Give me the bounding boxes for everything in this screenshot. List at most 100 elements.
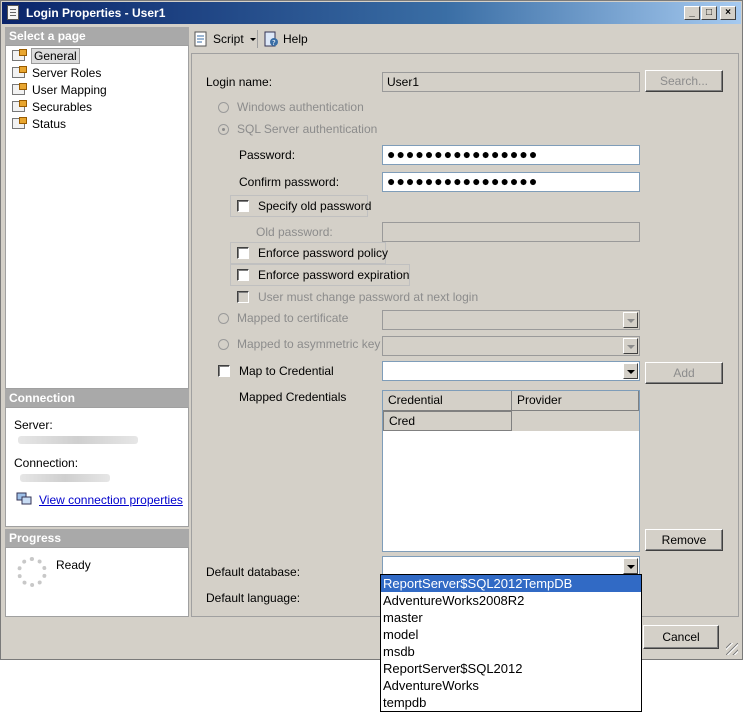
server-label: Server:: [14, 418, 53, 432]
confirm-password-label: Confirm password:: [239, 175, 340, 189]
close-button[interactable]: ×: [720, 6, 736, 20]
login-name-label: Login name:: [206, 75, 273, 89]
password-label: Password:: [239, 148, 296, 162]
database-option[interactable]: ReportServer$SQL2012: [381, 660, 641, 677]
page-icon: [12, 66, 27, 79]
help-icon: ?: [263, 31, 279, 47]
enforce-expiration-label: Enforce password expiration: [258, 268, 410, 282]
view-connection-properties-link[interactable]: View connection properties: [39, 493, 183, 507]
old-password-field: [382, 222, 640, 242]
page-item-securables[interactable]: Securables: [10, 99, 92, 115]
windows-auth-radio[interactable]: [218, 102, 229, 113]
page-list: General Server Roles User Mapping Secura…: [5, 45, 189, 389]
page-item-server-roles[interactable]: Server Roles: [10, 65, 101, 81]
toolbar: Script ? Help: [189, 27, 741, 51]
enforce-policy-label: Enforce password policy: [258, 246, 389, 260]
grid-cell-provider[interactable]: [512, 411, 639, 431]
title-bar[interactable]: Login Properties - User1 _ □ ×: [2, 2, 741, 24]
page-item-user-mapping[interactable]: User Mapping: [10, 82, 107, 98]
chevron-down-icon[interactable]: [623, 312, 638, 328]
connection-value-redacted: [20, 474, 110, 482]
progress-status: Ready: [56, 558, 91, 572]
remove-button[interactable]: Remove: [645, 529, 723, 551]
mapped-certificate-radio[interactable]: [218, 313, 229, 324]
page-item-label: Status: [32, 117, 67, 131]
server-value-redacted: [18, 436, 138, 444]
connection-panel: Server: Connection: View connection prop…: [5, 407, 189, 527]
login-properties-window: Login Properties - User1 _ □ × Select a …: [0, 0, 743, 660]
database-option[interactable]: tempdb: [381, 694, 641, 711]
map-credential-checkbox[interactable]: [218, 365, 230, 377]
specify-old-password-checkbox[interactable]: [237, 200, 249, 212]
chevron-down-icon[interactable]: [623, 558, 638, 574]
must-change-label: User must change password at next login: [258, 290, 479, 304]
script-icon: [193, 31, 209, 47]
enforce-policy-checkbox[interactable]: [237, 247, 249, 259]
password-field[interactable]: ●●●●●●●●●●●●●●●●: [382, 145, 640, 165]
map-credential-label: Map to Credential: [239, 364, 334, 378]
page-item-label: Server Roles: [32, 66, 102, 80]
progress-header: Progress: [5, 529, 189, 547]
database-option[interactable]: msdb: [381, 643, 641, 660]
default-database-dropdown: ReportServer$SQL2012TempDB AdventureWork…: [380, 574, 642, 712]
page-icon: [12, 83, 27, 96]
login-name-field: User1: [382, 72, 640, 92]
specify-old-password-label: Specify old password: [258, 199, 372, 213]
default-language-label: Default language:: [206, 591, 301, 605]
page-icon: [12, 49, 27, 62]
database-option[interactable]: AdventureWorks2008R2: [381, 592, 641, 609]
default-database-label: Default database:: [206, 565, 301, 579]
enforce-expiration-checkbox[interactable]: [237, 269, 249, 281]
mapped-credentials-grid: Credential Provider Cred: [382, 390, 640, 552]
grid-header-provider[interactable]: Provider: [512, 391, 639, 411]
mapped-credentials-label: Mapped Credentials: [239, 390, 347, 404]
search-button[interactable]: Search...: [645, 70, 723, 92]
connection-header: Connection: [5, 389, 189, 407]
window-title: Login Properties - User1: [26, 6, 166, 20]
general-page-panel: Login name: User1 Search... Windows auth…: [191, 53, 739, 617]
page-item-general[interactable]: General: [10, 48, 80, 64]
connection-label: Connection:: [14, 456, 79, 470]
connection-properties-icon: [16, 492, 32, 506]
help-button[interactable]: Help: [283, 32, 308, 46]
script-button[interactable]: Script: [213, 32, 244, 46]
mapped-asym-key-radio[interactable]: [218, 339, 229, 350]
database-option[interactable]: model: [381, 626, 641, 643]
mapped-asym-key-label: Mapped to asymmetric key: [237, 337, 381, 351]
svg-text:?: ?: [272, 39, 276, 47]
toolbar-separator: [257, 30, 258, 48]
certificate-select[interactable]: [382, 310, 640, 330]
confirm-password-field[interactable]: ●●●●●●●●●●●●●●●●: [382, 172, 640, 192]
default-database-select[interactable]: [382, 556, 640, 576]
database-option[interactable]: master: [381, 609, 641, 626]
page-icon: [12, 100, 27, 113]
windows-auth-label: Windows authentication: [237, 100, 364, 114]
asym-key-select[interactable]: [382, 336, 640, 356]
must-change-checkbox[interactable]: [237, 291, 249, 303]
page-item-label: User Mapping: [32, 83, 107, 97]
database-option[interactable]: ReportServer$SQL2012TempDB: [381, 575, 641, 592]
chevron-down-icon[interactable]: [623, 338, 638, 354]
resize-grip[interactable]: [726, 643, 738, 655]
mapped-certificate-label: Mapped to certificate: [237, 311, 349, 325]
database-option[interactable]: AdventureWorks: [381, 677, 641, 694]
old-password-label: Old password:: [256, 225, 333, 239]
page-icon: [12, 117, 27, 130]
sql-auth-radio[interactable]: [218, 124, 229, 135]
sql-auth-label: SQL Server authentication: [237, 122, 378, 136]
page-item-label: Securables: [32, 100, 93, 114]
progress-spinner-icon: [17, 557, 47, 587]
script-dropdown-arrow-icon[interactable]: [250, 38, 256, 41]
select-page-header: Select a page: [5, 27, 189, 45]
grid-header-credential[interactable]: Credential: [383, 391, 512, 411]
minimize-button[interactable]: _: [684, 6, 700, 20]
grid-cell-credential[interactable]: Cred: [383, 411, 512, 431]
maximize-button[interactable]: □: [701, 6, 717, 20]
credential-select[interactable]: [382, 361, 640, 381]
add-credential-button[interactable]: Add: [645, 362, 723, 384]
left-panel: Select a page General Server Roles User …: [5, 27, 189, 617]
page-item-status[interactable]: Status: [10, 116, 66, 132]
chevron-down-icon[interactable]: [623, 363, 638, 379]
window-icon: [7, 5, 19, 20]
cancel-button[interactable]: Cancel: [643, 625, 719, 649]
